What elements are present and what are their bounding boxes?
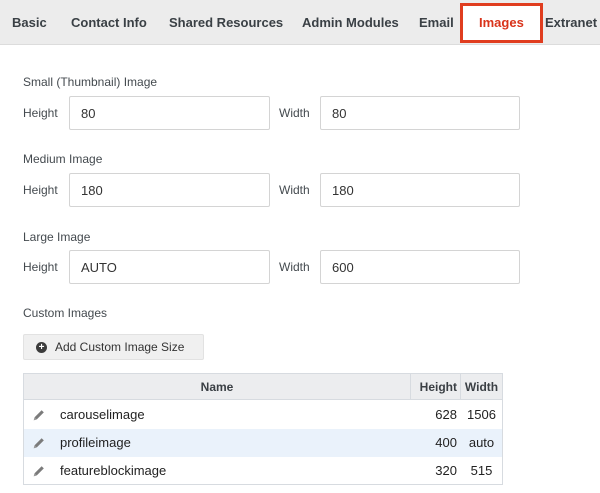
small-height-input[interactable] bbox=[69, 96, 270, 130]
width-label: Width bbox=[279, 260, 310, 274]
medium-height-input[interactable] bbox=[69, 173, 270, 207]
width-label: Width bbox=[279, 183, 310, 197]
pencil-icon[interactable] bbox=[32, 464, 46, 478]
tab-contact-info[interactable]: Contact Info bbox=[71, 0, 147, 45]
add-custom-image-size-button[interactable]: + Add Custom Image Size bbox=[23, 334, 204, 360]
tab-basic[interactable]: Basic bbox=[12, 0, 47, 45]
height-label: Height bbox=[23, 260, 58, 274]
tab-images[interactable]: Images bbox=[460, 3, 543, 43]
add-button-label: Add Custom Image Size bbox=[55, 340, 185, 354]
table-row[interactable]: profileimage 400 auto bbox=[24, 429, 502, 457]
row-name: featureblockimage bbox=[60, 463, 167, 478]
width-label: Width bbox=[279, 106, 310, 120]
height-label: Height bbox=[23, 106, 58, 120]
large-height-input[interactable] bbox=[69, 250, 270, 284]
row-name: profileimage bbox=[60, 435, 131, 450]
row-width: 1506 bbox=[467, 407, 496, 422]
tab-email[interactable]: Email bbox=[419, 0, 454, 45]
row-name: carouselimage bbox=[60, 407, 145, 422]
tab-admin-modules[interactable]: Admin Modules bbox=[302, 0, 399, 45]
row-height: 320 bbox=[435, 463, 457, 478]
section-title-medium-image: Medium Image bbox=[23, 152, 103, 166]
tab-extranet[interactable]: Extranet bbox=[545, 0, 597, 45]
tab-bar: Basic Contact Info Shared Resources Admi… bbox=[0, 0, 600, 45]
row-height: 628 bbox=[435, 407, 457, 422]
row-width: auto bbox=[468, 435, 495, 450]
section-title-custom-images: Custom Images bbox=[23, 306, 108, 320]
pencil-icon[interactable] bbox=[32, 436, 46, 450]
column-header-height[interactable]: Height bbox=[411, 374, 457, 400]
tab-shared-resources[interactable]: Shared Resources bbox=[169, 0, 283, 45]
section-title-small-image: Small (Thumbnail) Image bbox=[23, 75, 158, 89]
plus-circle-icon: + bbox=[36, 341, 47, 353]
section-title-large-image: Large Image bbox=[23, 230, 91, 244]
row-height: 400 bbox=[435, 435, 457, 450]
large-width-input[interactable] bbox=[320, 250, 520, 284]
table-header: Name Height Width bbox=[24, 374, 502, 400]
height-label: Height bbox=[23, 183, 58, 197]
medium-width-input[interactable] bbox=[320, 173, 520, 207]
table-row[interactable]: carouselimage 628 1506 bbox=[24, 401, 502, 429]
column-header-name[interactable]: Name bbox=[24, 374, 410, 400]
column-header-width[interactable]: Width bbox=[461, 374, 502, 400]
pencil-icon[interactable] bbox=[32, 408, 46, 422]
custom-images-table: Name Height Width carouselimage 628 1506… bbox=[23, 373, 503, 485]
table-row[interactable]: featureblockimage 320 515 bbox=[24, 457, 502, 485]
row-width: 515 bbox=[470, 463, 493, 478]
small-width-input[interactable] bbox=[320, 96, 520, 130]
